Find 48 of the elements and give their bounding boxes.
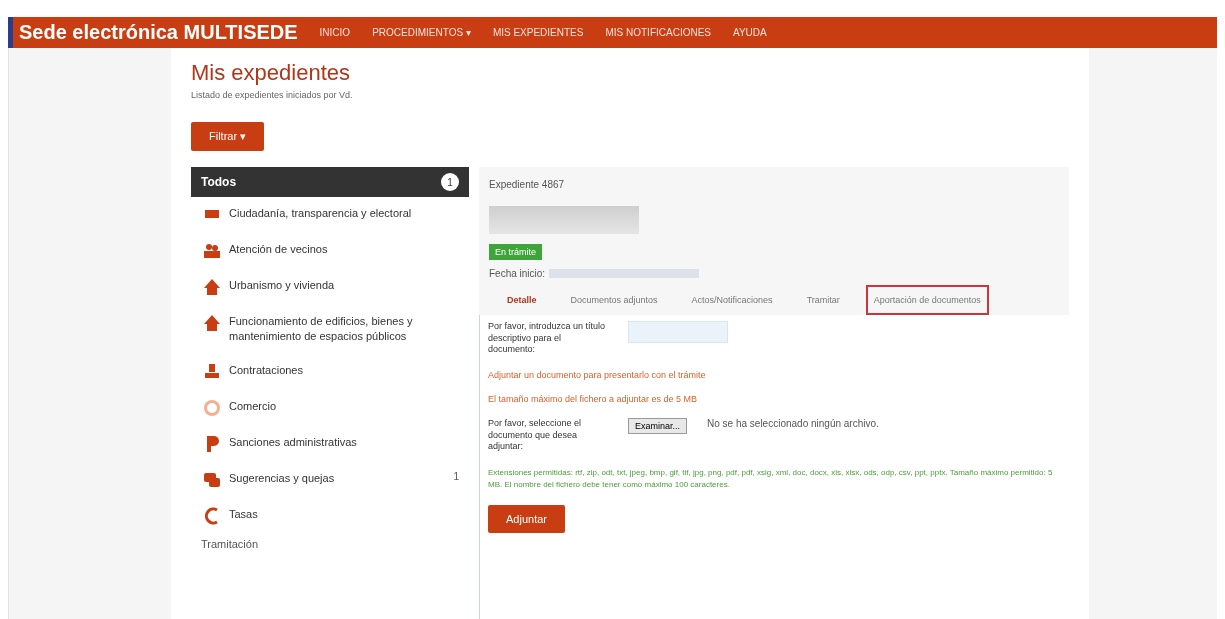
count-badge: 1 <box>441 173 459 191</box>
category-label[interactable]: Tramitación <box>191 533 469 554</box>
field-label: Por favor, seleccione el documento que desea adjuntar: <box>488 418 583 454</box>
nav-link[interactable]: MIS NOTIFICACIONES <box>605 27 711 38</box>
category-count: 1 <box>453 470 459 482</box>
page-subtitle: Listado de expedientes iniciados por Vd. <box>191 90 354 100</box>
attach-note: Adjuntar un documento para presentarlo con el trámite <box>488 370 707 381</box>
category-item[interactable]: Urbanismo y vivienda <box>191 269 469 305</box>
category-item[interactable]: Comercio <box>191 389 469 426</box>
nav-link[interactable]: INICIO <box>319 27 351 38</box>
detail-tab[interactable]: Aportación de documentos <box>865 285 989 315</box>
category-item[interactable]: Tasas <box>191 497 469 534</box>
detail-tab[interactable]: Documentos adjuntos <box>562 285 666 315</box>
category-item[interactable]: Sanciones administrativas <box>191 425 469 462</box>
site-title[interactable]: Sede electrónica MULTISEDE <box>19 21 298 44</box>
nav-link[interactable]: MIS EXPEDIENTES <box>492 27 584 38</box>
date-label: Fecha inicio: <box>489 268 546 279</box>
submit-button[interactable]: Adjuntar <box>488 505 565 534</box>
category-label: Tasas <box>229 506 259 522</box>
category-item[interactable]: Contrataciones <box>191 353 469 390</box>
file-status: No se ha seleccionado ningún archivo. <box>707 418 879 430</box>
field-label: Por favor, introduzca un título descriptivo para el documento: <box>488 321 607 357</box>
nav-link[interactable]: PROCEDIMIENTOS ▾ <box>372 27 471 38</box>
extensions-note: Extensiones permitidas: rtf, zip, odt, txt, jpeg, bmp, gif, tif, jpg, png, pdf, pdf, xsig, xml, doc, docx, xls, xlsx, ods, odp, csv, ppt, pptx. Tamaño máximo permitido: 5 MB. El nombre del fichero debe tener como máximo 100 caracteres. <box>488 467 1054 492</box>
category-label: Funcionamiento de edificios, bienes y mantenimiento de espacios públicos <box>229 314 414 345</box>
category-label: Contrataciones <box>229 362 304 378</box>
category-label: Comercio <box>229 398 278 414</box>
sidebar-header-label: Todos <box>201 175 237 189</box>
category-label: Urbanismo y vivienda <box>229 278 336 293</box>
detail-tab[interactable]: Actos/Notificaciones <box>683 285 781 315</box>
category-item[interactable]: Sugerencias y quejas 1 <box>191 461 469 498</box>
category-item[interactable]: Ciudadanía, transparencia y electoral <box>191 197 469 233</box>
category-label: Atención de vecinos <box>229 242 329 257</box>
filter-button[interactable]: Filtrar ▾ <box>191 122 265 151</box>
page-title: Mis expedientes <box>191 60 351 86</box>
file-title: Expediente 4867 <box>489 179 566 190</box>
category-item[interactable]: Funcionamiento de edificios, bienes y mantenimiento de espacios públicos <box>191 305 469 354</box>
size-note: El tamaño máximo del fichero a adjuntar es de 5 MB <box>488 394 699 405</box>
detail-tab[interactable]: Tramitar <box>798 285 848 315</box>
browse-button[interactable]: Examinar... <box>628 418 688 435</box>
status-badge: En trámite <box>489 244 542 260</box>
category-label: Sugerencias y quejas <box>229 470 336 486</box>
category-item[interactable]: Atención de vecinos <box>191 233 469 269</box>
detail-tab[interactable]: Detalle <box>499 285 545 315</box>
category-label: Ciudadanía, transparencia y electoral <box>229 206 413 221</box>
sidebar-header[interactable]: Todos 1 <box>191 167 469 197</box>
nav-link[interactable]: AYUDA <box>733 27 767 38</box>
category-label: Sanciones administrativas <box>229 434 358 450</box>
